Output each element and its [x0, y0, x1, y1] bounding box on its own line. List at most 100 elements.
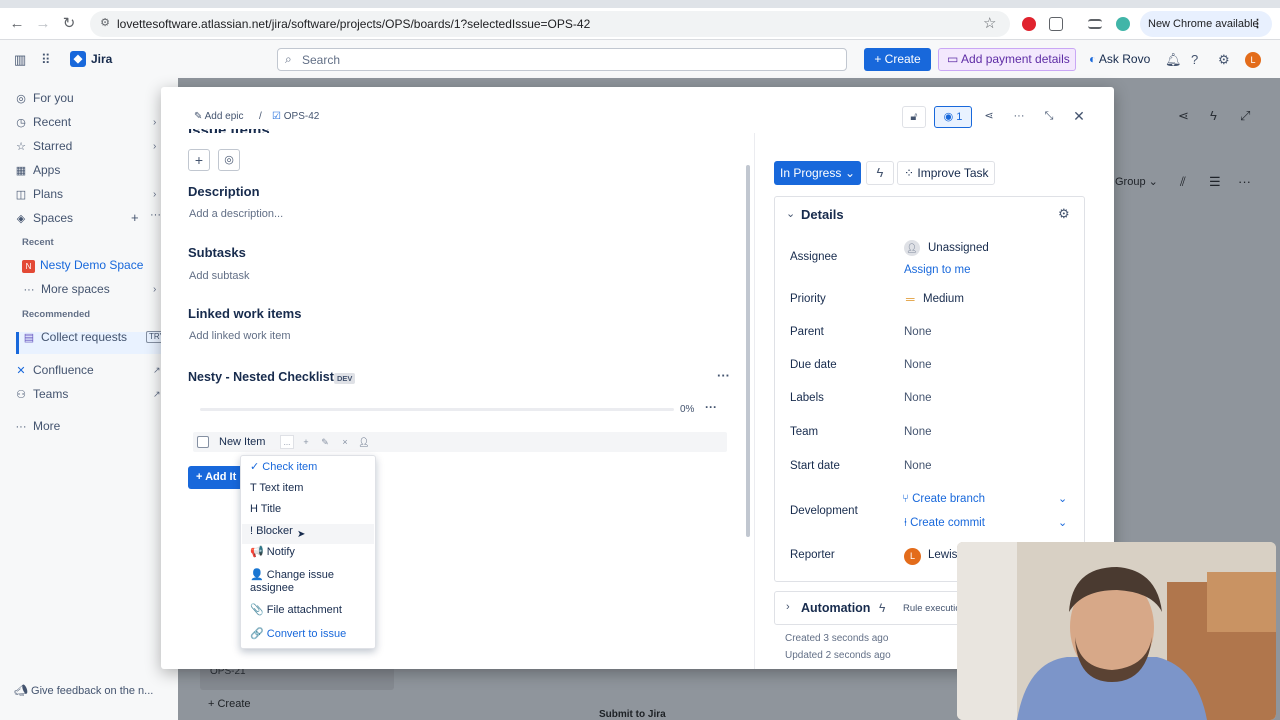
fullscreen-icon[interactable]: ⤢	[1240, 108, 1250, 124]
insights-icon[interactable]: ⫽	[1180, 174, 1186, 190]
apps-settings-icon[interactable]: ◎	[218, 149, 240, 171]
chevron-right-icon[interactable]: ›	[153, 189, 156, 200]
sidebar-item-starred[interactable]: ☆ Starred	[14, 136, 72, 156]
chevron-right-icon[interactable]: ›	[153, 284, 156, 295]
watch-button[interactable]: ◉ 1	[934, 106, 972, 128]
add-plus-icon[interactable]: +	[188, 149, 210, 171]
add-subtask-button[interactable]: Add subtask	[189, 270, 250, 282]
add-nested-icon[interactable]: +	[299, 435, 313, 449]
dropdown-text-item[interactable]: T Text item	[250, 482, 372, 495]
more-actions-icon[interactable]: ···	[1007, 106, 1031, 128]
team-value[interactable]: None	[904, 426, 932, 438]
external-link-icon[interactable]: ↗	[153, 365, 161, 376]
sidebar-item-recent[interactable]: ◷ Recent	[14, 112, 71, 132]
description-field[interactable]: Add a description...	[189, 208, 283, 220]
app-name[interactable]: Jira	[91, 52, 112, 66]
group-by-button[interactable]: Group ⌄	[1115, 175, 1158, 188]
minimize-icon[interactable]: ⤡	[1037, 106, 1061, 128]
dropdown-file-attachment[interactable]: 📎 File attachment	[250, 604, 372, 617]
start-date-value[interactable]: None	[904, 460, 932, 472]
due-date-value[interactable]: None	[904, 359, 932, 371]
user-avatar[interactable]: L	[1245, 52, 1261, 68]
sidebar-item-nesty-demo-space[interactable]: N Nesty Demo Space	[22, 255, 143, 275]
more-icon[interactable]: ···	[1238, 174, 1251, 189]
dropdown-convert-to-issue[interactable]: 🔗 Convert to issue	[250, 628, 372, 641]
dropdown-notify[interactable]: 📢 Notify	[250, 546, 372, 559]
create-commit-link[interactable]: ⍿ Create commit	[904, 517, 985, 530]
create-branch-link[interactable]: ⑂ Create branch	[902, 493, 985, 505]
assign-user-icon[interactable]: 👤︎	[357, 435, 371, 449]
settings-gear-icon[interactable]: ⚙	[1058, 206, 1070, 222]
sidebar-toggle-icon[interactable]: ▥	[14, 52, 26, 68]
reading-list-icon[interactable]	[1088, 19, 1102, 29]
kebab-menu-icon[interactable]: ⋮	[1252, 11, 1263, 37]
reload-icon[interactable]: ↻	[60, 15, 78, 33]
give-feedback-link[interactable]: 📣︎ Give feedback on the n...	[14, 684, 153, 697]
forward-icon[interactable]: →	[34, 15, 52, 33]
sidebar-item-more-spaces[interactable]: ··· More spaces	[22, 279, 110, 299]
share-icon[interactable]: ⋖	[977, 106, 1001, 128]
more-icon[interactable]: ···	[150, 209, 161, 221]
lock-icon[interactable]: 🔓︎	[902, 106, 926, 128]
app-switcher-icon[interactable]: ⠿	[41, 52, 51, 68]
site-info-icon[interactable]: ⚙	[97, 15, 113, 31]
add-item-button[interactable]: + Add It	[188, 466, 244, 489]
delete-x-icon[interactable]: ×	[338, 435, 352, 449]
parent-value[interactable]: None	[904, 326, 932, 338]
close-icon[interactable]: ✕	[1067, 106, 1091, 128]
sidebar-item-collect-requests[interactable]: ▤ Collect requests	[22, 327, 127, 347]
add-payment-details-button[interactable]: ▭ Add payment details	[938, 48, 1076, 71]
sidebar-item-more[interactable]: ··· More	[14, 416, 61, 436]
address-bar[interactable]: ⚙ lovettesoftware.atlassian.net/jira/sof…	[90, 11, 1010, 37]
item-type-menu-button[interactable]: ...	[280, 435, 294, 449]
progress-more-icon[interactable]: ···	[705, 400, 717, 414]
bookmark-star-icon[interactable]: ☆	[983, 14, 996, 32]
new-chrome-available-button[interactable]: New Chrome available ⋮	[1140, 11, 1272, 37]
dropdown-title[interactable]: H Title	[250, 503, 372, 516]
sidebar-item-spaces[interactable]: ◈ Spaces	[14, 208, 73, 228]
reporter-value[interactable]: Lewis	[928, 549, 957, 561]
checklist-more-icon[interactable]: ···	[717, 368, 730, 383]
chevron-down-icon[interactable]: ⌄	[786, 207, 795, 220]
back-icon[interactable]: ←	[8, 15, 26, 33]
board-create-button[interactable]: + Create	[208, 698, 251, 710]
labels-value[interactable]: None	[904, 392, 932, 404]
chevron-down-icon[interactable]: ⌄	[1058, 492, 1067, 505]
dropdown-change-assignee[interactable]: 👤 Change issue assignee	[250, 569, 372, 595]
dropdown-blocker[interactable]: ! Blocker	[250, 525, 372, 538]
item-checkbox[interactable]	[197, 436, 209, 448]
automation-bolt-icon[interactable]: ϟ	[1210, 108, 1217, 123]
view-settings-icon[interactable]: ☰	[1209, 174, 1221, 190]
improve-task-button[interactable]: ⁘ Improve Task	[897, 161, 995, 185]
new-item-input[interactable]: New Item	[219, 436, 265, 448]
details-title[interactable]: Details	[801, 207, 844, 222]
assign-to-me-link[interactable]: Assign to me	[904, 264, 970, 276]
sidebar-item-plans[interactable]: ◫ Plans	[14, 184, 63, 204]
chevron-down-icon[interactable]: ⌄	[1058, 516, 1067, 529]
add-linked-work-item-button[interactable]: Add linked work item	[189, 330, 291, 342]
chevron-right-icon[interactable]: ›	[153, 141, 156, 152]
extensions-puzzle-icon[interactable]	[1049, 17, 1063, 31]
sidebar-item-apps[interactable]: ▦ Apps	[14, 160, 61, 180]
chevron-right-icon[interactable]: ›	[153, 117, 156, 128]
extension-icon[interactable]	[1022, 17, 1036, 31]
automation-bolt-icon[interactable]: ϟ	[866, 161, 894, 185]
assignee-value[interactable]: Unassigned	[928, 242, 989, 254]
ask-rovo-button[interactable]: ◐ Ask Rovo	[1083, 48, 1157, 71]
priority-value[interactable]: Medium	[923, 293, 964, 305]
profile-icon[interactable]	[1116, 17, 1130, 31]
create-button[interactable]: + Create	[864, 48, 931, 71]
external-link-icon[interactable]: ↗	[153, 389, 161, 400]
issue-key-breadcrumb[interactable]: ☑ OPS-42	[272, 111, 319, 122]
submit-to-jira-button[interactable]: Submit to Jira	[599, 709, 666, 720]
notifications-bell-icon[interactable]: 🔔︎	[1165, 52, 1182, 68]
jira-logo-icon[interactable]: ◆	[70, 51, 86, 67]
edit-pencil-icon[interactable]: ✎	[318, 435, 332, 449]
dropdown-check-item[interactable]: ✓ Check item	[250, 461, 372, 474]
settings-gear-icon[interactable]: ⚙	[1218, 52, 1230, 68]
sidebar-item-for-you[interactable]: ◎ For you	[14, 88, 74, 108]
status-dropdown[interactable]: In Progress ⌄	[774, 161, 861, 185]
sidebar-item-teams[interactable]: ⚇ Teams	[14, 384, 68, 404]
sidebar-item-confluence[interactable]: ✕ Confluence	[14, 360, 93, 380]
search-input[interactable]: ⌕ Search	[277, 48, 847, 71]
